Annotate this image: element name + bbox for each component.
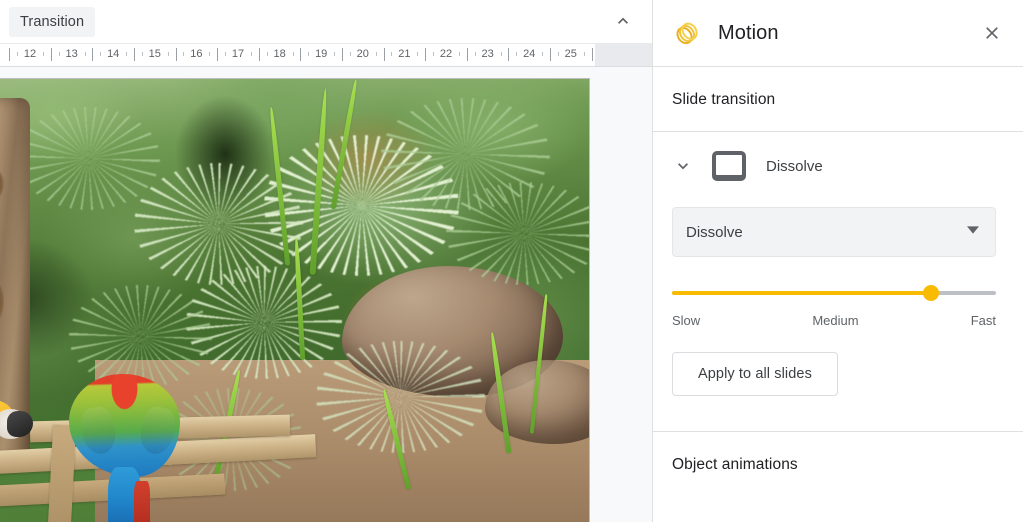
- ruler-tick-minor: [308, 52, 310, 56]
- slide-transition-block: Dissolve Dissolve Slow Medium Fast Apply…: [653, 132, 1023, 396]
- ruler-label: 17: [231, 48, 245, 60]
- ruler-tick-minor: [583, 52, 585, 56]
- slide-transition-heading: Slide transition: [672, 91, 776, 108]
- ruler-tick-major: [300, 48, 302, 61]
- papyrus-burst: [17, 107, 160, 211]
- ruler-tick-minor: [225, 52, 226, 56]
- ruler-tick-minor: [209, 52, 211, 56]
- papyrus-burst: [446, 181, 589, 285]
- ruler-label: 13: [65, 48, 78, 60]
- transition-button[interactable]: Transition: [9, 7, 96, 37]
- motion-panel: Motion Slide transition Dissolve Dissolv…: [652, 0, 1023, 522]
- macaw-tail-red: [134, 481, 151, 522]
- ruler-label: 15: [148, 48, 161, 60]
- slider-labels: Slow Medium Fast: [672, 313, 996, 328]
- ruler-tick-major: [550, 48, 551, 61]
- slide-editor-area: Transition 12 13 14 15 16 17 18 19 20 21 22 23 24 25: [0, 0, 652, 522]
- ruler-label: 24: [523, 48, 536, 60]
- ruler-label: 22: [439, 48, 453, 60]
- ruler-tick-minor: [474, 52, 476, 56]
- close-icon: [986, 27, 998, 39]
- ruler-tick-major: [217, 48, 219, 61]
- horizontal-ruler[interactable]: 12 13 14 15 16 17 18 19 20 21 22 23 24 25: [0, 43, 652, 67]
- ruler-tick-major: [425, 48, 427, 61]
- ruler-tick-minor: [141, 52, 143, 56]
- chevron-down-icon: [678, 163, 688, 170]
- panel-title: Motion: [718, 21, 779, 44]
- slide-canvas[interactable]: [0, 67, 652, 522]
- ruler-tick-minor: [391, 52, 393, 56]
- papyrus-burst: [69, 284, 212, 388]
- slider-fill: [672, 291, 932, 295]
- ruler-tick-minor: [516, 52, 518, 56]
- slider-label-medium: Medium: [812, 313, 859, 328]
- expand-transition-button[interactable]: [672, 155, 694, 177]
- ruler-tick-minor: [17, 52, 18, 56]
- google-slides-motion-screen: Transition 12 13 14 15 16 17 18 19 20 21 22 23 24 25: [0, 0, 1023, 522]
- caret-down-icon: [967, 223, 979, 241]
- chevron-up-icon: [618, 17, 628, 24]
- ruler-tick-minor: [334, 52, 336, 56]
- ruler-tick-minor: [266, 52, 268, 56]
- motion-icon: [676, 22, 698, 45]
- transition-type-value: Dissolve: [686, 223, 743, 241]
- ruler-tick-minor: [557, 52, 559, 56]
- ruler-label: 18: [273, 48, 286, 60]
- ruler-tick-minor: [417, 52, 419, 56]
- ruler-tick-major: [258, 48, 260, 61]
- ruler-label: 23: [481, 48, 494, 60]
- ruler-tick-minor: [375, 52, 377, 56]
- transition-speed-slider[interactable]: [672, 284, 996, 302]
- ruler-tick-minor: [84, 52, 86, 56]
- ruler-tick-minor: [100, 52, 102, 56]
- ruler-tick-major: [466, 48, 468, 61]
- ruler-tick-minor: [292, 52, 294, 56]
- ruler-tick-minor: [126, 52, 128, 56]
- ruler-tick-major: [508, 48, 510, 61]
- ruler-tick-minor: [251, 52, 252, 56]
- ruler-tick-major: [175, 48, 177, 61]
- ruler-tick-major: [383, 48, 385, 61]
- editor-toolbar: Transition: [0, 0, 652, 43]
- ruler-inactive-region: [595, 44, 652, 66]
- transition-type-select[interactable]: Dissolve: [672, 207, 996, 257]
- garden-macaws-photo: [0, 79, 589, 522]
- slide-icon: [712, 151, 746, 181]
- ruler-tick-minor: [183, 52, 185, 56]
- ruler-tick-minor: [58, 52, 60, 56]
- ruler-tick-minor: [459, 52, 460, 56]
- motion-panel-header: Motion: [653, 0, 1023, 66]
- ruler-label: 21: [398, 48, 411, 60]
- ruler-tick-minor: [349, 52, 351, 56]
- ruler-label: 25: [564, 48, 577, 60]
- ruler-tick-major: [50, 48, 52, 61]
- apply-to-all-slides-button[interactable]: Apply to all slides: [672, 352, 838, 396]
- transition-summary-row[interactable]: Dissolve: [653, 132, 1023, 186]
- collapse-toolbar-button[interactable]: [607, 5, 639, 37]
- current-transition-label: Dissolve: [766, 157, 823, 175]
- ruler-tick-major: [342, 48, 343, 61]
- ruler-tick-major: [591, 48, 593, 61]
- slider-label-fast: Fast: [970, 313, 996, 328]
- ruler-tick-minor: [500, 52, 502, 56]
- ruler-tick-minor: [167, 52, 169, 56]
- slider-thumb[interactable]: [923, 285, 940, 301]
- ruler-label: 14: [107, 48, 120, 60]
- slider-label-slow: Slow: [672, 313, 701, 328]
- ruler-label: 16: [190, 48, 203, 60]
- ruler-tick-minor: [43, 52, 44, 56]
- slide-image[interactable]: [0, 78, 590, 522]
- ruler-tick-major: [92, 48, 94, 61]
- ruler-label: 12: [23, 48, 37, 60]
- ruler-tick-major: [9, 48, 11, 61]
- ruler-tick-major: [134, 48, 135, 61]
- ruler-track: [0, 44, 595, 66]
- ruler-label: 19: [315, 48, 328, 60]
- ruler-tick-minor: [542, 52, 544, 56]
- ruler-tick-minor: [433, 52, 434, 56]
- papyrus-burst: [316, 341, 485, 454]
- ruler-label: 20: [356, 48, 369, 60]
- close-panel-button[interactable]: [975, 16, 1009, 50]
- object-animations-heading: Object animations: [672, 456, 798, 473]
